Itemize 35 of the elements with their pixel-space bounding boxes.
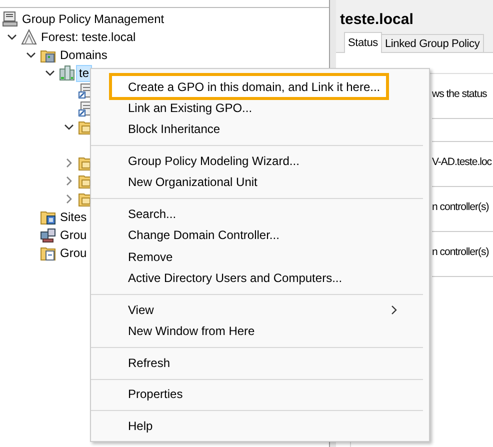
menu-item[interactable]: Block Inheritance [109,118,407,140]
computer-icon [40,227,56,243]
menu-item[interactable]: Group Policy Modeling Wizard... [109,150,407,172]
tree-item[interactable]: te [76,64,92,82]
console-icon [2,11,18,27]
tree-item[interactable]: Grou [57,244,90,262]
menu-item[interactable]: Refresh [109,352,407,374]
menu-item[interactable]: Search... [109,203,407,224]
tab[interactable]: Status [344,32,382,53]
menu-item[interactable]: Link an Existing GPO... [109,97,407,118]
menu-item[interactable]: Properties [109,384,407,405]
server-icon [59,65,75,81]
status-text: n controller(s) [432,200,490,215]
menu-item[interactable]: Remove [109,246,407,268]
tree-item[interactable]: Group Policy Management [19,10,168,28]
menu-item[interactable]: New Organizational Unit [109,172,407,193]
menu-item[interactable]: Active Directory Users and Computers... [109,268,407,289]
menu-item[interactable]: New Window from Here [109,320,407,342]
pane-title: teste.local [339,10,414,30]
status-text: ws the status [432,87,488,102]
tab[interactable]: Linked Group Policy [381,34,484,52]
tree-item[interactable]: Sites [57,208,90,226]
folder-icon [40,209,56,225]
triangle-icon [21,29,37,45]
folder-icon [40,245,56,261]
tree-item[interactable]: Forest: teste.local [38,28,139,46]
menu-item[interactable]: Change Domain Controller... [109,224,407,246]
menu-item[interactable]: Create a GPO in this domain, and Link it here... [109,73,389,100]
tree-item[interactable]: Grou [57,226,90,244]
menu-item[interactable]: Help [109,415,407,436]
status-text: V-AD.teste.loc [432,155,493,170]
chevron-right-icon [390,304,398,315]
tree-item[interactable]: Domains [57,46,110,64]
status-text: n controller(s) [432,245,490,260]
menu-item[interactable]: View [109,299,407,320]
